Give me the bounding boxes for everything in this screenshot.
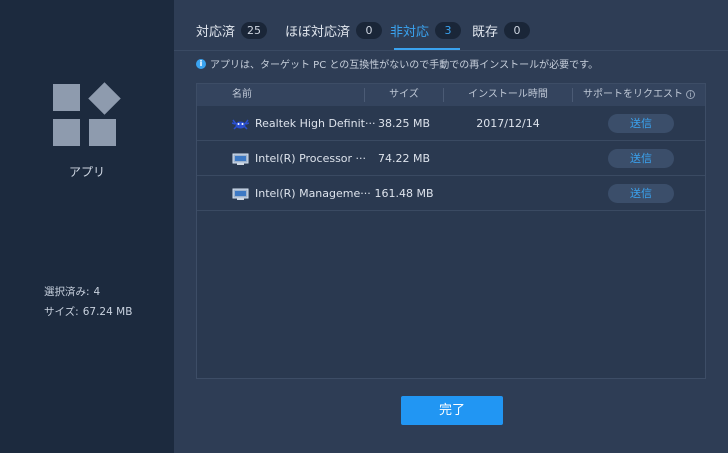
table-header: 名前 サイズ インストール時間 サポートをリクエスト i	[197, 84, 705, 106]
table-row: Realtek High Definit··· 38.25 MB 2017/12…	[197, 106, 705, 141]
selected-size: サイズ: 67.24 MB	[44, 306, 133, 318]
tab-count-badge: 0	[356, 21, 383, 39]
send-request-button[interactable]: 送信	[608, 184, 674, 203]
app-size: 74.22 MB	[377, 152, 431, 165]
tab-count-badge: 0	[504, 21, 531, 39]
app-install-time	[444, 141, 572, 176]
send-request-button[interactable]: 送信	[608, 114, 674, 133]
apps-icon	[53, 82, 121, 148]
table-row: Intel(R) Manageme··· 161.48 MB 送信	[197, 176, 705, 211]
app-name: Realtek High Definit···	[255, 117, 376, 130]
tab-count-badge: 25	[241, 21, 268, 39]
app-name: Intel(R) Manageme···	[255, 187, 371, 200]
tab-compatible[interactable]: 対応済 25	[196, 18, 268, 42]
app-install-time	[444, 176, 572, 211]
table-row: Intel(R) Processor ··· 74.22 MB 送信	[197, 141, 705, 176]
col-support-request: サポートをリクエスト i	[573, 84, 705, 106]
app-install-time: 2017/12/14	[476, 117, 540, 130]
selected-count: 選択済み: 4	[44, 286, 101, 298]
apps-label: アプリ	[68, 165, 105, 179]
send-request-button[interactable]: 送信	[608, 149, 674, 168]
installer-icon	[232, 153, 249, 165]
info-text: アプリは、ターゲット PC との互換性がないので手動での再インストールが必要です…	[210, 60, 599, 71]
col-install-time[interactable]: インストール時間	[444, 84, 572, 106]
sidebar: アプリ 選択済み: 4 サイズ: 67.24 MB	[0, 0, 174, 453]
installer-icon	[232, 188, 249, 200]
app-size: 38.25 MB	[377, 117, 431, 130]
apps-table: 名前 サイズ インストール時間 サポートをリクエスト i Realtek High…	[196, 83, 706, 379]
tab-mostly-compatible[interactable]: ほぼ対応済 0	[285, 18, 383, 42]
realtek-crab-icon	[232, 119, 249, 130]
tab-bar: 対応済 25 ほぼ対応済 0 非対応 3 既存 0	[174, 0, 728, 50]
main-panel: 対応済 25 ほぼ対応済 0 非対応 3 既存 0 i アプリは、ターゲット PC との…	[174, 0, 728, 453]
app-name: Intel(R) Processor ···	[255, 152, 367, 165]
col-name[interactable]: 名前	[232, 84, 252, 106]
info-icon: i	[196, 58, 206, 69]
tab-existing[interactable]: 既存 0	[472, 18, 531, 42]
done-button[interactable]: 完了	[401, 396, 503, 425]
info-message: i アプリは、ターゲット PC との互換性がないので手動での再インストールが必要…	[196, 56, 598, 71]
col-size[interactable]: サイズ	[365, 84, 443, 106]
tab-count-badge: 3	[435, 21, 462, 39]
divider	[174, 50, 728, 51]
tab-incompatible[interactable]: 非対応 3	[390, 18, 462, 42]
help-icon[interactable]: i	[686, 89, 695, 99]
app-size: 161.48 MB	[374, 187, 434, 200]
